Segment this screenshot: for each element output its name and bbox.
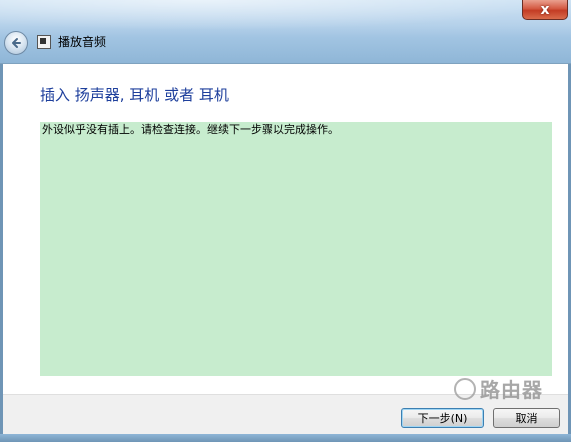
close-button[interactable]: x: [522, 0, 568, 20]
notice-message: 外设似乎没有插上。请检查连接。继续下一步骤以完成操作。: [40, 122, 552, 376]
back-button[interactable]: [4, 31, 28, 55]
title-bar: x 播放音频: [0, 0, 571, 64]
cancel-button[interactable]: 取消: [493, 408, 560, 428]
window-bottom-border: [0, 434, 571, 442]
back-arrow-icon: [12, 38, 21, 48]
audio-app-icon: [37, 35, 51, 49]
next-button[interactable]: 下一步(N): [401, 408, 484, 428]
watermark-logo-icon: [454, 377, 476, 400]
content-panel: 插入 扬声器, 耳机 或者 耳机 外设似乎没有插上。请检查连接。继续下一步骤以完…: [3, 64, 568, 394]
watermark-text: 路由器: [480, 378, 543, 402]
page-heading: 插入 扬声器, 耳机 或者 耳机: [40, 86, 229, 104]
window-title: 播放音频: [58, 35, 107, 49]
watermark: 路由器: [454, 374, 543, 403]
close-icon: x: [540, 1, 550, 18]
